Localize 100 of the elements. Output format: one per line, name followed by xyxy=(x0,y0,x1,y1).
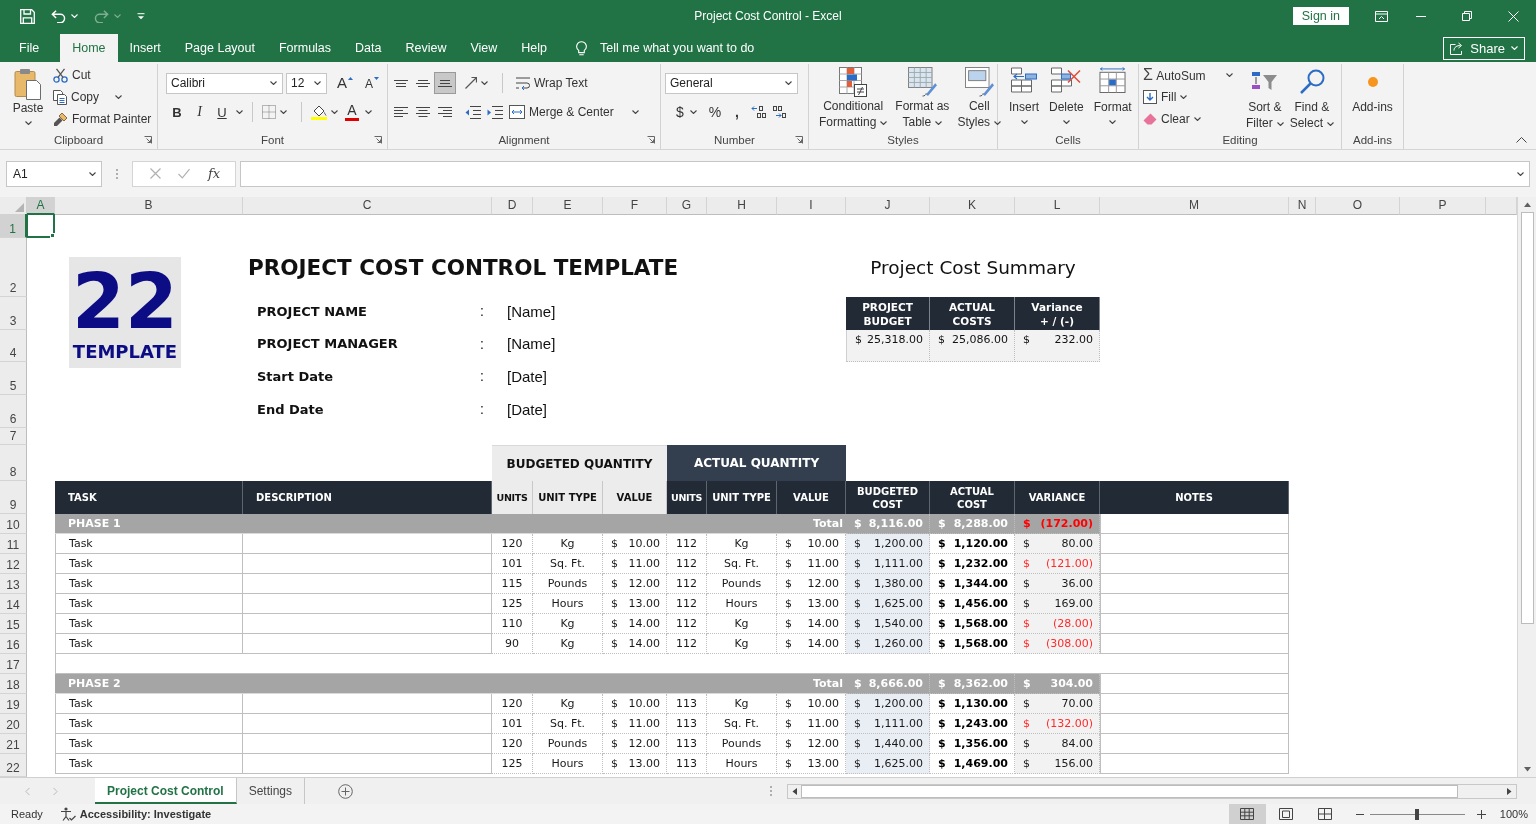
align-right-icon[interactable] xyxy=(438,107,452,117)
menu-tab[interactable]: Data xyxy=(343,34,394,62)
scroll-thumb[interactable] xyxy=(801,784,1458,798)
caret-icon[interactable] xyxy=(785,81,792,85)
row-header[interactable]: 7 xyxy=(0,428,27,445)
row-header[interactable]: 11 xyxy=(0,534,27,554)
column-header[interactable]: D xyxy=(492,197,533,215)
row-header[interactable]: 2 xyxy=(0,238,27,297)
bold-button[interactable]: B xyxy=(166,101,188,123)
column-header[interactable]: P xyxy=(1400,197,1486,215)
percent-button[interactable]: % xyxy=(705,101,725,123)
caret-icon[interactable] xyxy=(1062,120,1070,124)
caret-icon[interactable] xyxy=(270,81,277,85)
caret-icon[interactable] xyxy=(880,120,888,125)
fill-button[interactable]: Fill xyxy=(1140,86,1243,108)
slider-thumb[interactable] xyxy=(1415,808,1420,820)
caret-icon[interactable] xyxy=(24,121,32,125)
row-header[interactable]: 10 xyxy=(0,514,27,534)
menu-tab[interactable]: File xyxy=(7,34,52,62)
caret-icon[interactable] xyxy=(1276,121,1284,126)
column-header[interactable]: H xyxy=(707,197,777,215)
find-select-button[interactable]: Find & Select xyxy=(1286,64,1338,131)
customize-icon[interactable] xyxy=(137,12,145,20)
increase-indent-icon[interactable] xyxy=(487,105,503,119)
zoom-level[interactable]: 100% xyxy=(1499,808,1528,820)
format-painter-button[interactable]: Format Painter xyxy=(50,108,155,130)
dialog-launcher-icon[interactable] xyxy=(647,136,655,144)
column-header[interactable]: G xyxy=(667,197,707,215)
row-header[interactable]: 14 xyxy=(0,594,27,614)
row-header[interactable]: 5 xyxy=(0,362,27,395)
scroll-thumb[interactable] xyxy=(1520,212,1534,624)
dialog-launcher-icon[interactable] xyxy=(144,136,152,144)
scroll-down-icon[interactable] xyxy=(1523,767,1531,772)
caret-icon[interactable] xyxy=(115,95,122,99)
add-sheet-icon[interactable] xyxy=(338,783,354,799)
delete-cells-button[interactable]: Delete xyxy=(1046,64,1087,124)
caret-icon[interactable] xyxy=(314,81,321,85)
row-header[interactable]: 15 xyxy=(0,614,27,634)
row-header[interactable]: 20 xyxy=(0,714,27,734)
align-center-icon[interactable] xyxy=(416,107,430,117)
font-name-field[interactable]: Calibri xyxy=(166,72,283,94)
caret-icon[interactable] xyxy=(1193,117,1201,121)
column-header[interactable]: I xyxy=(777,197,846,215)
row-header[interactable]: 6 xyxy=(0,395,27,428)
zoom-in-icon[interactable] xyxy=(1476,809,1486,819)
insert-cells-button[interactable]: Insert xyxy=(1006,64,1042,124)
caret-icon[interactable] xyxy=(280,110,287,114)
shrink-font-button[interactable]: A xyxy=(362,72,383,94)
dialog-launcher-icon[interactable] xyxy=(374,136,382,144)
row-header[interactable]: 18 xyxy=(0,674,27,694)
decrease-decimal-icon[interactable] xyxy=(772,106,788,118)
autosum-button[interactable]: Σ AutoSum xyxy=(1140,64,1243,86)
format-cells-button[interactable]: Format xyxy=(1090,64,1135,124)
ribbon-display-options-icon[interactable] xyxy=(1375,10,1388,22)
save-icon[interactable] xyxy=(20,8,35,24)
add-ins-button[interactable]: Add-ins xyxy=(1349,64,1396,115)
collapse-ribbon-icon[interactable] xyxy=(1516,137,1527,143)
caret-icon[interactable] xyxy=(1109,120,1117,124)
number-format-field[interactable]: General xyxy=(665,72,798,94)
horizontal-scrollbar[interactable] xyxy=(787,783,1517,799)
row-header[interactable]: 4 xyxy=(0,330,27,362)
caret-icon[interactable] xyxy=(236,110,243,114)
caret-icon[interactable] xyxy=(1020,120,1028,124)
menu-tab[interactable]: Help xyxy=(509,34,560,62)
menu-tab[interactable]: Page Layout xyxy=(172,34,267,62)
row-header[interactable]: 17 xyxy=(0,654,27,674)
sheet-tab[interactable]: Project Cost Control xyxy=(95,778,237,804)
caret-icon[interactable] xyxy=(1225,73,1233,77)
caret-icon[interactable] xyxy=(1327,121,1335,126)
font-size-field[interactable]: 12 xyxy=(286,72,327,94)
formula-input[interactable] xyxy=(240,160,1530,187)
caret-icon[interactable] xyxy=(481,81,488,85)
clear-button[interactable]: Clear xyxy=(1140,108,1243,130)
font-color-button[interactable]: A xyxy=(343,101,361,123)
column-header[interactable]: F xyxy=(603,197,667,215)
column-header[interactable]: E xyxy=(533,197,603,215)
row-header[interactable]: 1 xyxy=(0,214,27,238)
sort-filter-button[interactable]: Sort & Filter xyxy=(1243,64,1287,131)
row-header[interactable]: 8 xyxy=(0,445,27,481)
check-icon[interactable] xyxy=(178,168,191,179)
column-header[interactable]: C xyxy=(243,197,492,215)
row-header[interactable]: 21 xyxy=(0,734,27,754)
column-header[interactable]: J xyxy=(846,197,930,215)
row-header[interactable]: 9 xyxy=(0,481,27,514)
row-header[interactable]: 13 xyxy=(0,574,27,594)
row-header[interactable]: 19 xyxy=(0,694,27,714)
drag-handle-icon[interactable] xyxy=(116,168,118,179)
paste-button[interactable]: Paste xyxy=(6,64,50,125)
tell-me-search[interactable]: Tell me what you want to do xyxy=(600,41,755,55)
italic-button[interactable]: I xyxy=(188,101,211,123)
wrap-text-button[interactable]: Wrap Text xyxy=(513,72,591,94)
format-as-table-button[interactable]: Format as Table xyxy=(892,64,953,130)
share-button[interactable]: Share xyxy=(1443,36,1525,60)
caret-icon[interactable] xyxy=(631,110,639,114)
vertical-scrollbar[interactable] xyxy=(1517,197,1536,777)
merge-center-button[interactable]: Merge & Center xyxy=(506,101,642,123)
row-header[interactable]: 16 xyxy=(0,634,27,654)
sign-in-button[interactable]: Sign in xyxy=(1292,7,1349,25)
align-bottom-button[interactable] xyxy=(434,72,456,94)
caret-icon[interactable] xyxy=(1180,95,1188,99)
